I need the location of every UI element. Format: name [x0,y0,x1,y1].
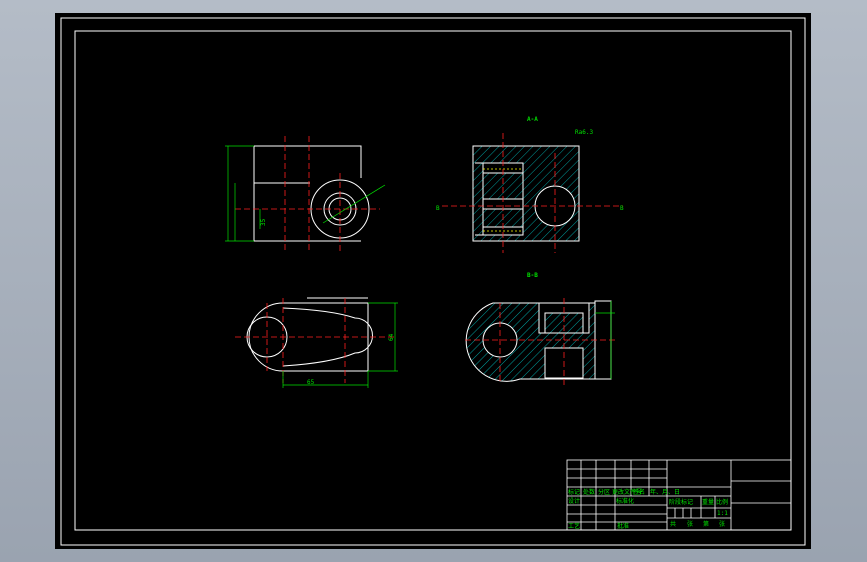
dim-35: 35 [260,218,267,226]
section-a-view [472,145,580,242]
tb-process: 工艺 [568,522,580,530]
tb-sheets-total: 共 [670,520,676,528]
drawing-sheet: 35 A-A Ra6.3 B B 65 64 B-B 标记 设计 工艺 处数 分… [55,13,811,549]
tb-sheets-unit1: 张 [687,520,693,528]
section-b-view [465,300,612,382]
dim-64: 64 [388,333,395,341]
tb-sheet-no: 第 [703,520,709,528]
inner-border [74,30,792,531]
dim-65: 65 [307,379,315,386]
tb-approve: 批准 [617,522,629,530]
cut-mark-right: B [620,205,624,212]
roughness-note: Ra6.3 [575,129,593,136]
tb-design: 设计 [568,497,580,505]
tb-scale: 比例 [716,498,728,506]
tb-mark: 标记 [568,488,580,496]
front-view [253,145,370,242]
cut-mark-left: B [436,205,440,212]
tb-sheets-unit2: 张 [719,520,725,528]
tb-weight: 重量 [702,498,714,506]
section-a-label: A-A [527,116,538,123]
tb-standard: 标准化 [616,497,634,505]
tb-sign: 签名 [633,488,645,496]
top-view [246,297,373,372]
section-b-label: B-B [527,272,538,279]
outer-border [60,17,806,546]
tb-stage: 阶段标记 [669,498,693,506]
top-view-dims [282,302,398,388]
cad-drawing: 35 A-A Ra6.3 B B 65 64 B-B 标记 设计 工艺 处数 分… [60,17,806,546]
tb-count: 处数 [583,488,595,496]
tb-zone: 分区 [598,488,610,496]
tb-scale-value: 1:1 [717,510,728,517]
tb-date: 年、月、日 [650,488,680,496]
